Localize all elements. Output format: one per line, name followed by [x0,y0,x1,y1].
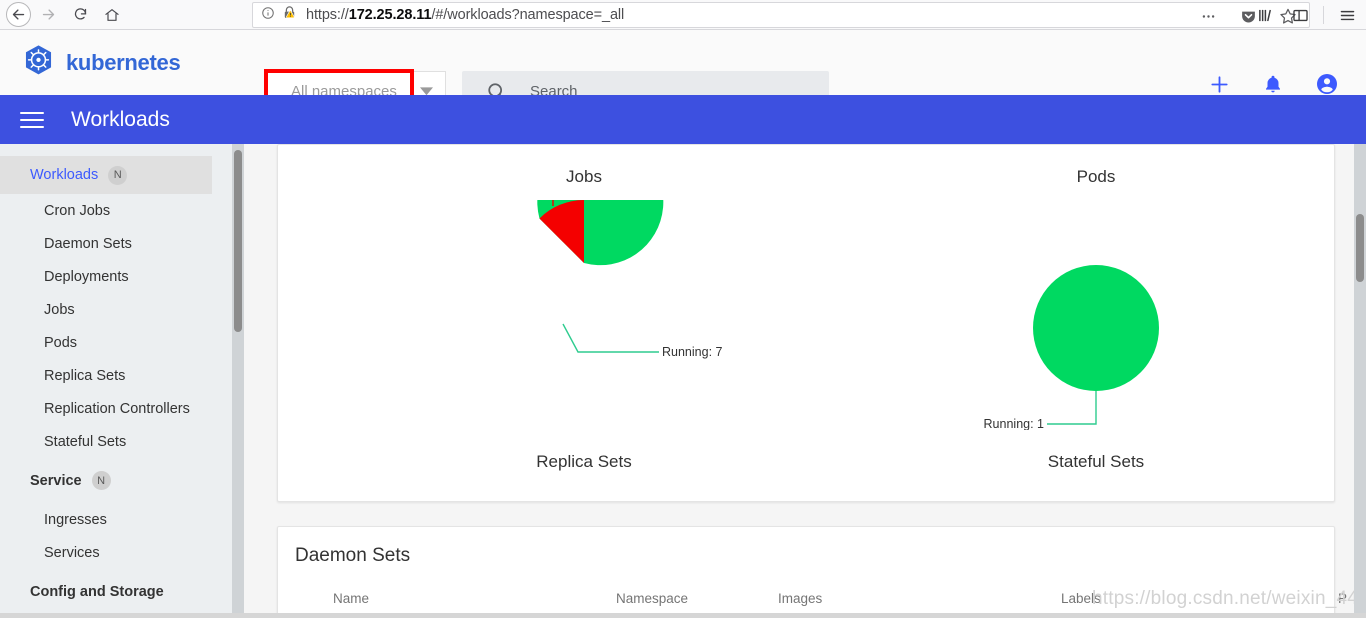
sidebar-item-pods[interactable]: Pods [0,326,232,359]
browser-nav-buttons [0,2,127,28]
page-title: Workloads [71,107,170,131]
callout-line-running [1047,391,1097,425]
home-icon[interactable] [97,2,127,28]
column-header-pods[interactable]: P [1338,591,1347,606]
browser-toolbar-right [1250,0,1362,30]
callout-line-failed [552,200,554,206]
pie-label-running: Running: 7 [662,345,723,359]
sidebar-item-label: Daemon Sets [44,235,132,252]
chart-title-jobs: Jobs [566,167,602,186]
sidebar-item-label: Stateful Sets [44,433,127,450]
sidebar-toggle-icon[interactable] [1285,2,1315,28]
browser-toolbar: https://172.25.28.11/#/workloads?namespa… [0,0,1366,30]
sidebar-item-label: Workloads [30,167,99,183]
status-badge: N [91,471,111,490]
sidebar-item-ingresses[interactable]: Ingresses [0,503,232,536]
callout-line-running [562,323,659,353]
kubernetes-topbar: kubernetes All namespaces Search [0,30,1366,114]
sidebar-scrollbar-thumb[interactable] [234,150,242,332]
bottom-edge-strip [0,613,1366,618]
sidebar-item-label: Pods [44,334,78,351]
chart-title-replica-sets: Replica Sets [536,452,632,471]
sidebar-item-deployments[interactable]: Deployments [0,260,232,293]
sidebar-item-replica-sets[interactable]: Replica Sets [0,359,232,392]
plus-create-icon[interactable] [1206,71,1232,97]
status-badge: N [108,165,128,185]
url-bar-identity-icons [261,5,297,25]
main-content: Jobs Failed: 1 Running: 7 Pods Running: … [244,144,1354,618]
jobs-pie-chart[interactable]: Failed: 1 Running: 7 [398,200,778,430]
url-bar[interactable]: https://172.25.28.11/#/workloads?namespa… [252,2,1310,28]
pie-slice-running[interactable] [1033,265,1159,391]
hamburger-menu-icon[interactable] [1332,2,1362,28]
forward-arrow-icon[interactable] [33,2,63,28]
sidebar-item-daemon-sets[interactable]: Daemon Sets [0,227,232,260]
kubernetes-helm-logo-icon [22,44,55,82]
sidebar-nav[interactable]: Workloads N Cron Jobs Daemon Sets Deploy… [0,144,232,618]
daemon-sets-heading: Daemon Sets [295,545,411,566]
hamburger-menu-icon[interactable] [20,111,44,128]
sidebar-item-stateful-sets[interactable]: Stateful Sets [0,425,232,458]
toolbar-divider [1323,6,1324,24]
sidebar-item-label: Replica Sets [44,367,126,384]
sidebar-item-label: Config and Storage [30,583,164,600]
pie-label-running: Running: 1 [984,417,1045,430]
chart-title-stateful-sets: Stateful Sets [1047,452,1145,471]
sidebar-group-config-and-storage[interactable]: Config and Storage [0,575,232,608]
url-text: https://172.25.28.11/#/workloads?namespa… [306,7,624,23]
column-header-namespace[interactable]: Namespace [616,591,688,606]
page-info-icon[interactable] [261,6,275,25]
page-header: Workloads [0,95,1366,144]
sidebar-item-label: Replication Controllers [44,400,190,417]
chart-title-pods: Pods [1076,167,1116,186]
url-host: 172.25.28.11 [348,7,432,23]
sidebar-item-label: Service [30,472,82,489]
main-scrollbar-thumb[interactable] [1356,214,1364,282]
sidebar-item-label: Ingresses [44,511,107,528]
bell-notification-icon[interactable] [1260,71,1286,97]
back-arrow-icon[interactable] [6,2,31,27]
sidebar-item-jobs[interactable]: Jobs [0,293,232,326]
reload-icon[interactable] [65,2,95,28]
sidebar-item-workloads[interactable]: Workloads N [0,156,212,194]
sidebar-item-label: Cron Jobs [44,202,111,219]
sidebar-item-label: Jobs [44,301,75,318]
column-header-name[interactable]: Name [333,591,369,606]
daemon-sets-card: Daemon Sets Name Namespace Images Labels… [277,526,1347,618]
sidebar-item-label: Deployments [44,268,129,285]
url-path: /#/workloads?namespace=_all [431,7,625,23]
library-icon[interactable] [1250,2,1280,28]
topbar-actions [1206,71,1340,97]
sidebar-item-label: Services [44,544,100,561]
sidebar-item-replication-controllers[interactable]: Replication Controllers [0,392,232,425]
account-circle-icon[interactable] [1314,71,1340,97]
kubernetes-brand[interactable]: kubernetes [22,44,181,82]
url-prefix: https:// [306,7,349,23]
pods-pie-chart[interactable]: Running: 1 [908,200,1288,430]
page-actions-icon[interactable] [1193,3,1223,29]
insecure-lock-warning-icon[interactable] [282,5,297,25]
sidebar-item-cron-jobs[interactable]: Cron Jobs [0,194,232,227]
sidebar-item-services[interactable]: Services [0,536,232,569]
column-header-labels[interactable]: Labels [1061,591,1101,606]
workload-status-charts-card: Jobs Failed: 1 Running: 7 Pods Running: … [277,144,1335,502]
sidebar-group-service[interactable]: Service N [0,464,232,497]
column-header-images[interactable]: Images [778,591,822,606]
brand-label: kubernetes [66,49,181,75]
